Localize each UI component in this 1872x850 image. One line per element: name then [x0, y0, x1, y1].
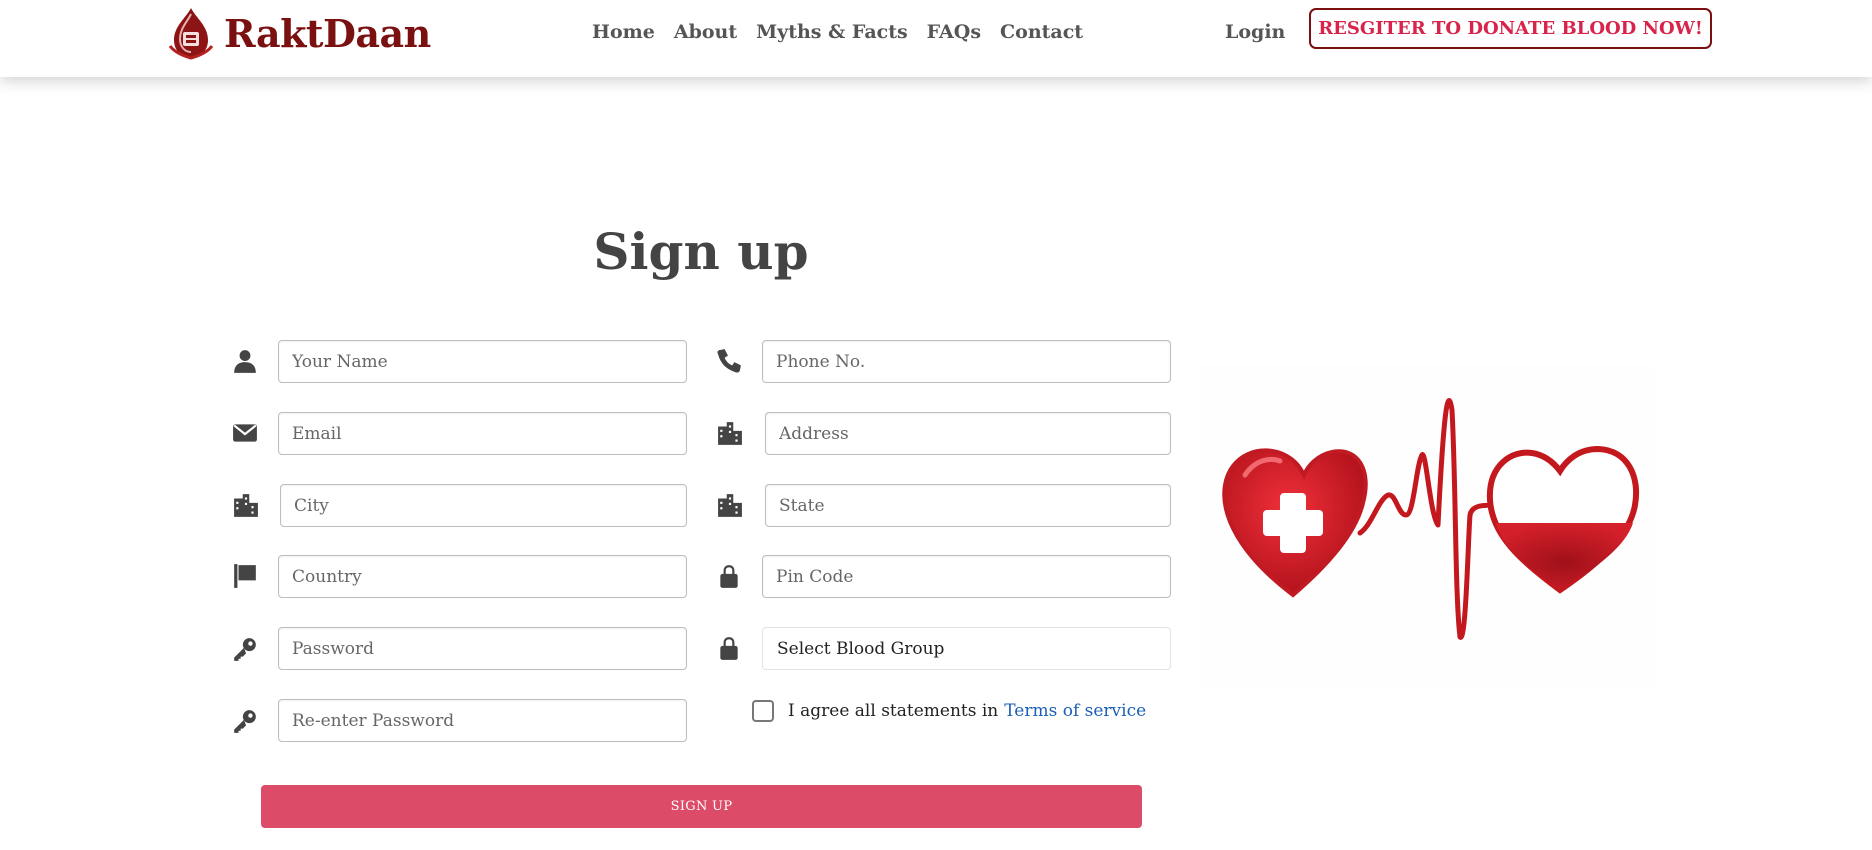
nav-contact[interactable]: Contact [1000, 19, 1083, 45]
envelope-icon [231, 419, 259, 447]
password-field[interactable] [278, 627, 687, 670]
brand-name: RaktDaan [224, 10, 431, 56]
nav-about[interactable]: About [674, 19, 737, 45]
building-icon [716, 419, 744, 447]
site-header: RaktDaan Home About Myths & Facts FAQs C… [0, 0, 1872, 77]
lock-icon [715, 562, 743, 590]
logo[interactable]: RaktDaan [166, 6, 431, 60]
main-nav: Home About Myths & Facts FAQs Contact [592, 19, 1102, 45]
terms-of-service-link[interactable]: Terms of service [1004, 701, 1146, 721]
login-link[interactable]: Login [1225, 19, 1285, 45]
blood-drop-logo-icon [168, 8, 214, 60]
heart-heartbeat-icon [1222, 398, 1639, 640]
terms-checkbox[interactable] [752, 700, 774, 722]
building-icon [232, 491, 260, 519]
heart-heartbeat-illustration [1200, 365, 1655, 690]
phone-icon [715, 347, 743, 375]
lock-icon [715, 634, 743, 662]
name-field[interactable] [278, 340, 687, 383]
pincode-field[interactable] [762, 555, 1171, 598]
page-title: Sign up [593, 222, 809, 281]
blood-group-select[interactable]: Select Blood Group [762, 627, 1171, 670]
flag-icon [231, 562, 259, 590]
email-field[interactable] [278, 412, 687, 455]
address-field[interactable] [765, 412, 1171, 455]
nav-faqs[interactable]: FAQs [927, 19, 981, 45]
reenter-password-field[interactable] [278, 699, 687, 742]
user-icon [231, 347, 259, 375]
city-field[interactable] [280, 484, 687, 527]
sign-up-button[interactable]: SIGN UP [261, 785, 1142, 828]
country-field[interactable] [278, 555, 687, 598]
phone-field[interactable] [762, 340, 1171, 383]
terms-label: I agree all statements in [788, 701, 999, 721]
building-icon [716, 491, 744, 519]
state-field[interactable] [765, 484, 1171, 527]
terms-row: I agree all statements in Terms of servi… [752, 700, 1146, 722]
nav-myths-facts[interactable]: Myths & Facts [756, 19, 908, 45]
register-donate-button[interactable]: RESGITER TO DONATE BLOOD NOW! [1309, 8, 1712, 49]
key-icon [231, 635, 259, 663]
key-icon [231, 707, 259, 735]
nav-home[interactable]: Home [592, 19, 655, 45]
